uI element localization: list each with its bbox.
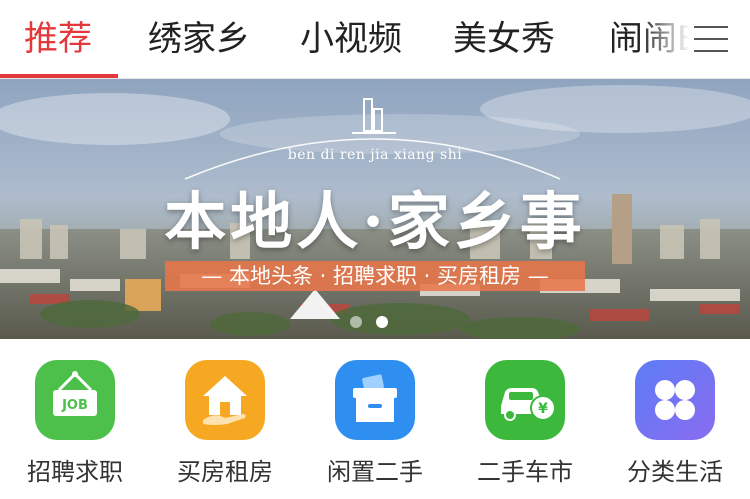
category-secondhand[interactable]: 闲置二手 [300,360,450,499]
category-used-cars[interactable]: ¥ 二手车市 [450,360,600,499]
tab-short-video[interactable]: 小视频 [300,0,402,78]
svg-text:¥: ¥ [538,401,548,417]
house-hand-icon [185,360,265,440]
clover-grid-icon [635,360,715,440]
channel-tab-bar: 推荐 绣家乡 小视频 美女秀 闹闹E [0,0,750,79]
category-housing[interactable]: 买房租房 [150,360,300,499]
category-label: 闲置二手 [327,458,423,486]
tab-recommend[interactable]: 推荐 [24,0,92,78]
active-tab-indicator [0,74,118,78]
car-yen-icon: ¥ [485,360,565,440]
hero-banner[interactable]: ben di ren jia xiang shi 本地人·家乡事 — 本地头条 … [0,79,750,339]
storage-box-icon [335,360,415,440]
carousel-dot-2-active[interactable] [376,316,388,328]
category-classifieds[interactable]: 分类生活 [600,360,750,499]
tab-beauty-show[interactable]: 美女秀 [453,0,555,78]
banner-pinyin-subtitle: ben di ren jia xiang shi [287,147,463,163]
category-jobs[interactable]: JOB 招聘求职 [0,360,150,499]
category-label: 分类生活 [627,458,723,486]
category-label: 招聘求职 [27,458,123,486]
carousel-dot-1[interactable] [350,316,362,328]
category-label: 二手车市 [477,458,573,486]
banner-title: 本地人·家乡事 [164,185,586,258]
tab-hometown[interactable]: 绣家乡 [148,0,250,78]
job-sign-icon: JOB [35,360,115,440]
hamburger-menu-icon[interactable] [694,24,732,54]
svg-text:JOB: JOB [61,398,88,413]
carousel-dots [350,313,402,332]
banner-tagline: — 本地头条 · 招聘求职 · 买房租房 — [165,261,585,291]
category-label: 买房租房 [177,458,273,486]
